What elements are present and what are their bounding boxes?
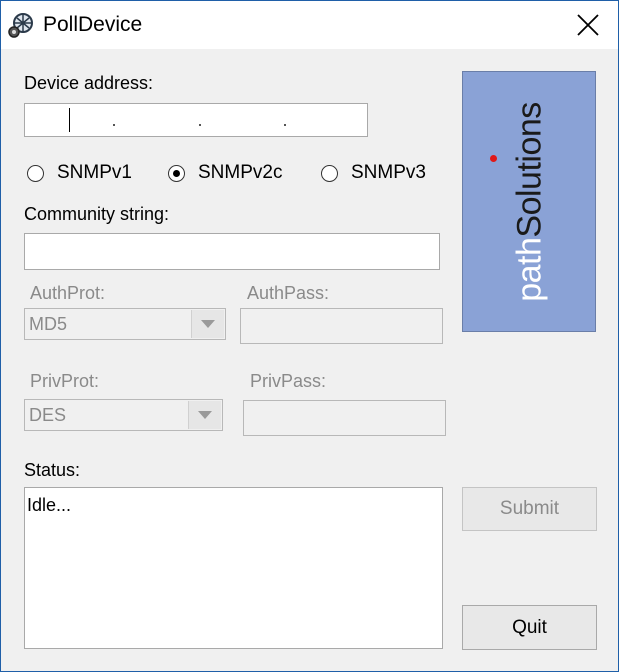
radio-snmpv3[interactable]: SNMPv3 (321, 162, 426, 184)
community-string-label: Community string: (24, 204, 170, 224)
chevron-down-icon (191, 310, 224, 338)
logo-text: pathSolutions (510, 102, 549, 302)
status-text: Idle... (27, 495, 72, 515)
community-string-input[interactable] (24, 233, 440, 270)
radio-snmpv2c[interactable]: SNMPv2c (168, 162, 282, 184)
close-button[interactable] (558, 1, 618, 49)
radio-circle (27, 164, 44, 182)
ip-separator-dot (284, 124, 286, 126)
chevron-down-icon (188, 401, 221, 429)
close-icon (577, 14, 599, 36)
priv-prot-label: PrivProt: (30, 371, 100, 391)
device-address-input[interactable] (24, 103, 368, 137)
radio-circle (321, 164, 338, 182)
window-title: PollDevice (43, 13, 143, 36)
radio-snmpv1[interactable]: SNMPv1 (27, 162, 132, 184)
radio-label: SNMPv1 (57, 162, 132, 183)
ip-separator-dot (199, 124, 201, 126)
ip-separator-dot (113, 124, 115, 126)
logo-red-dot (490, 155, 497, 162)
radio-label: SNMPv3 (351, 162, 426, 183)
poll-device-window: PollDevice Device address: SNMPv1 SNMPv2… (0, 0, 619, 672)
radio-circle (168, 164, 185, 182)
priv-prot-value: DES (29, 405, 67, 425)
quit-button[interactable]: Quit (462, 605, 597, 650)
app-gear-icon (7, 11, 35, 39)
status-textarea[interactable]: Idle... (24, 487, 443, 649)
priv-pass-label: PrivPass: (250, 371, 327, 391)
status-label: Status: (24, 460, 81, 480)
pathsolutions-logo: pathSolutions (462, 71, 596, 332)
submit-button[interactable]: Submit (462, 487, 597, 531)
text-caret (69, 108, 70, 132)
priv-prot-select[interactable]: DES (24, 399, 223, 431)
radio-label: SNMPv2c (198, 162, 283, 183)
auth-prot-label: AuthProt: (30, 283, 106, 303)
device-address-label: Device address: (24, 73, 154, 93)
auth-pass-input[interactable] (240, 308, 443, 344)
title-bar: PollDevice (1, 1, 618, 49)
auth-pass-label: AuthPass: (247, 283, 330, 303)
auth-prot-select[interactable]: MD5 (24, 308, 226, 340)
auth-prot-value: MD5 (29, 314, 68, 334)
priv-pass-input[interactable] (243, 400, 446, 436)
